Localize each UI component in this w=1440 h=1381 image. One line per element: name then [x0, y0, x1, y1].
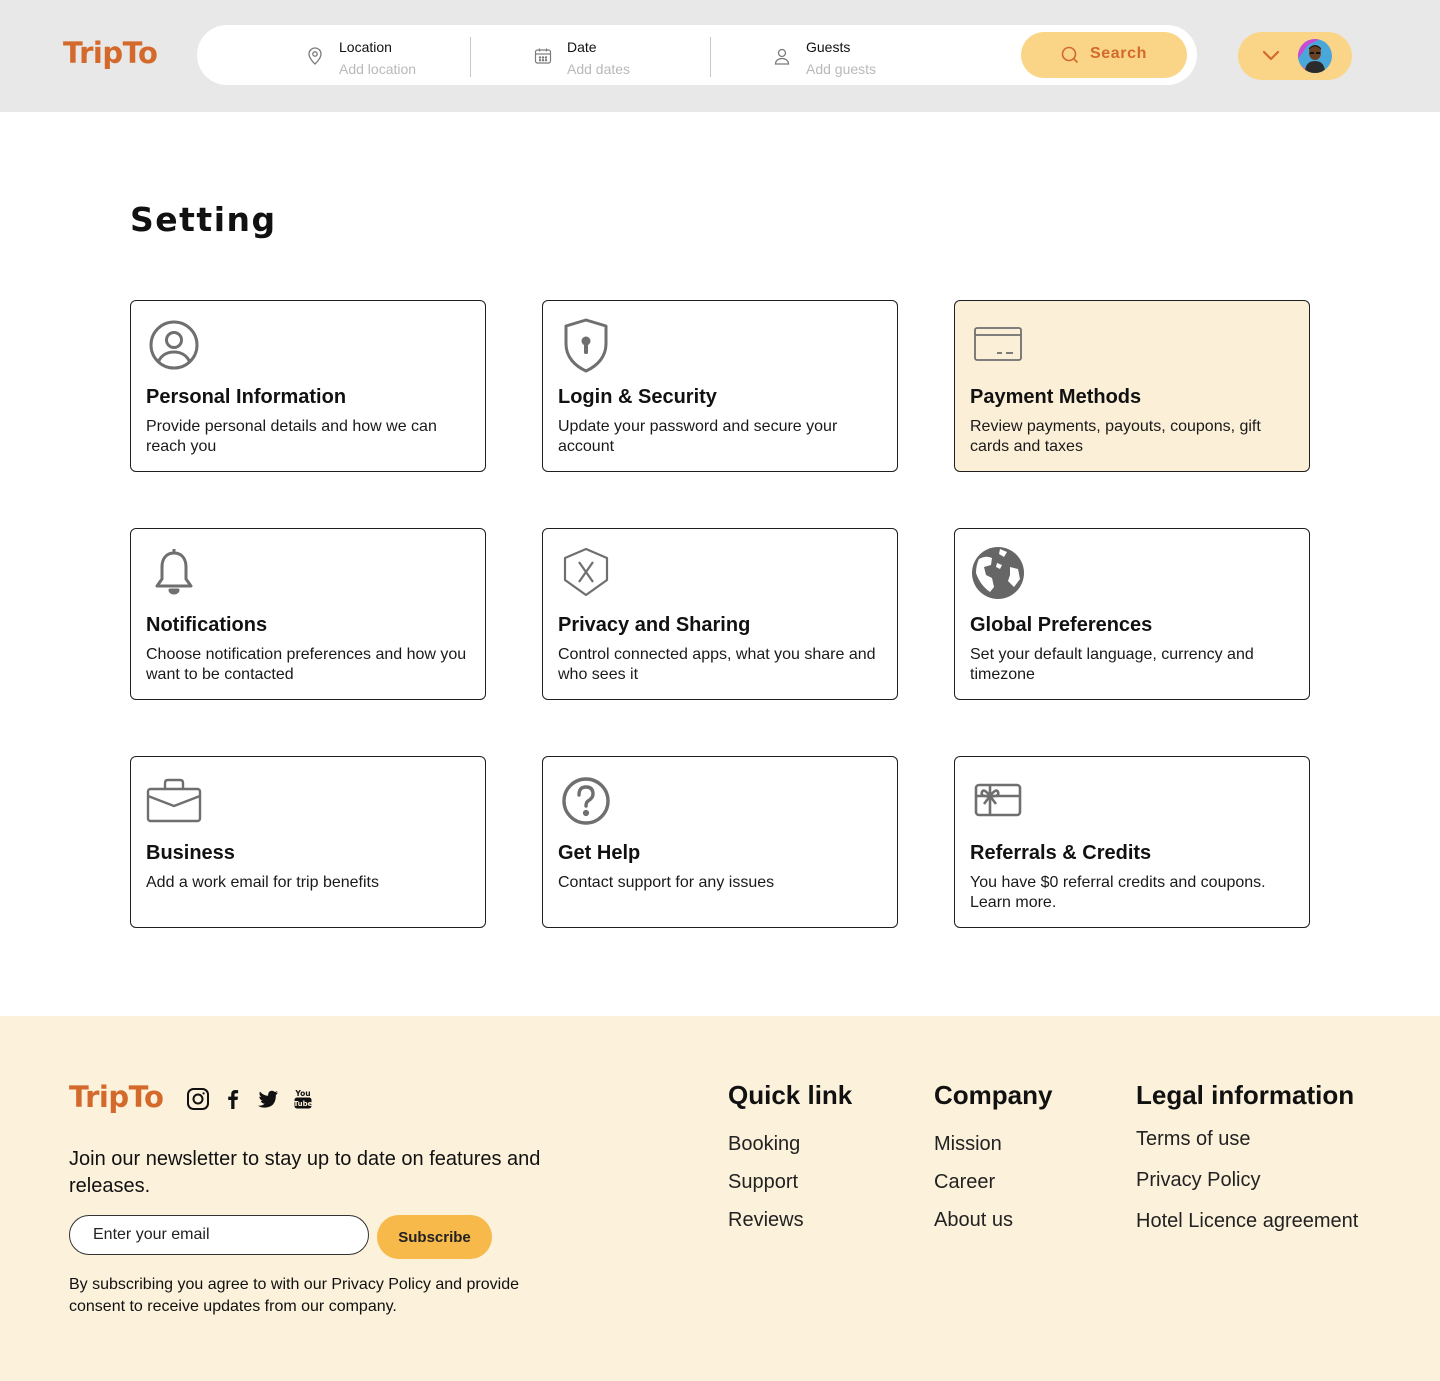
footer-link-hotel-licence[interactable]: Hotel Licence agreement [1136, 1210, 1358, 1233]
guests-field[interactable]: Guests Add guests [772, 37, 972, 77]
quick-link-heading: Quick link [728, 1080, 853, 1110]
gift-card-icon [974, 783, 1022, 817]
location-label: Location [339, 39, 392, 55]
search-divider [710, 37, 711, 77]
card-description: Provide personal details and how we can … [146, 418, 437, 455]
person-icon [774, 48, 790, 65]
settings-card-get-help[interactable]: Get Help Contact support for any issues [542, 756, 898, 928]
bell-icon [155, 549, 193, 595]
calendar-icon [534, 48, 552, 64]
settings-card-notifications[interactable]: Notifications Choose notification prefer… [130, 528, 486, 700]
card-title: Privacy and Sharing [558, 614, 751, 636]
page-title: Setting [130, 200, 277, 239]
company-heading: Company [934, 1080, 1053, 1110]
user-circle-icon [149, 320, 199, 370]
legal-heading: Legal information [1136, 1080, 1355, 1110]
search-button-label: Search [1090, 45, 1147, 62]
search-bar: Location Add location Date Add dates Gue… [197, 25, 1197, 85]
location-placeholder: Add location [339, 61, 417, 77]
card-description: Review payments, payouts, coupons, gift … [970, 418, 1261, 455]
settings-card-business[interactable]: Business Add a work email for trip benef… [130, 756, 486, 928]
credit-card-icon [974, 327, 1022, 361]
footer-link-support[interactable]: Support [728, 1171, 798, 1194]
svg-text:Tube: Tube [294, 1100, 313, 1108]
chevron-down-icon [1262, 50, 1280, 61]
newsletter-text: Join our newsletter to stay up to date o… [69, 1148, 541, 1197]
consent-text: By subscribing you agree to with our Pri… [69, 1276, 519, 1315]
email-input[interactable] [69, 1215, 369, 1255]
footer-link-privacy-policy[interactable]: Privacy Policy [1136, 1169, 1260, 1192]
footer-link-mission[interactable]: Mission [934, 1133, 1002, 1156]
globe-icon [972, 547, 1024, 599]
footer-link-career[interactable]: Career [934, 1171, 995, 1194]
instagram-icon[interactable] [186, 1087, 210, 1111]
svg-text:You: You [294, 1089, 310, 1098]
card-description: Contact support for any issues [558, 874, 775, 891]
date-label: Date [567, 39, 597, 55]
settings-card-login-security[interactable]: Login & Security Update your password an… [542, 300, 898, 472]
settings-card-payment-methods[interactable]: Payment Methods Review payments, payouts… [954, 300, 1310, 472]
footer-link-booking[interactable]: Booking [728, 1133, 800, 1156]
profile-menu-button[interactable] [1238, 32, 1352, 80]
footer-logo[interactable]: TripTo [69, 1080, 164, 1114]
card-description: Add a work email for trip benefits [146, 874, 379, 891]
settings-card-global-preferences[interactable]: Global Preferences Set your default lang… [954, 528, 1310, 700]
briefcase-icon [146, 778, 202, 823]
subscribe-button[interactable]: Subscribe [377, 1215, 492, 1259]
card-description: Set your default language, currency and … [970, 646, 1254, 683]
facebook-icon[interactable] [221, 1087, 245, 1111]
guests-placeholder: Add guests [806, 61, 877, 77]
shield-keyhole-icon [564, 318, 608, 373]
footer: TripTo You Tube Join our newsletter to s… [0, 1016, 1440, 1381]
settings-card-referrals-credits[interactable]: Referrals & Credits You have $0 referral… [954, 756, 1310, 928]
footer-link-terms-of-use[interactable]: Terms of use [1136, 1128, 1250, 1151]
top-header: TripTo Location Add location Date Add da… [0, 0, 1440, 112]
card-description: Control connected apps, what you share a… [558, 646, 876, 683]
settings-card-privacy-sharing[interactable]: Privacy and Sharing Control connected ap… [542, 528, 898, 700]
date-placeholder: Add dates [567, 61, 631, 77]
search-button[interactable]: Search [1021, 32, 1187, 78]
question-circle-icon [562, 777, 610, 825]
card-description: Choose notification preferences and how … [146, 646, 467, 683]
date-field[interactable]: Date Add dates [533, 37, 733, 77]
location-field[interactable]: Location Add location [305, 37, 505, 77]
guests-label: Guests [806, 39, 851, 55]
card-description: Update your password and secure your acc… [558, 418, 838, 455]
card-title: Referrals & Credits [970, 842, 1152, 864]
avatar [1298, 39, 1332, 73]
map-pin-icon [308, 47, 322, 65]
card-title: Notifications [146, 614, 268, 636]
footer-link-about-us[interactable]: About us [934, 1209, 1013, 1232]
card-title: Personal Information [146, 386, 347, 408]
youtube-icon[interactable]: You Tube [291, 1087, 315, 1111]
card-description: You have $0 referral credits and coupons… [970, 874, 1266, 911]
brand-logo[interactable]: TripTo [63, 36, 158, 70]
search-divider [470, 37, 471, 77]
search-icon [1061, 46, 1079, 64]
footer-link-reviews[interactable]: Reviews [728, 1209, 804, 1232]
card-title: Global Preferences [970, 614, 1153, 636]
settings-card-personal-information[interactable]: Personal Information Provide personal de… [130, 300, 486, 472]
card-title: Login & Security [558, 386, 717, 408]
card-title: Get Help [558, 842, 641, 864]
card-title: Business [146, 842, 235, 864]
card-title: Payment Methods [970, 386, 1142, 408]
shield-x-icon [563, 547, 609, 597]
twitter-icon[interactable] [256, 1087, 280, 1111]
